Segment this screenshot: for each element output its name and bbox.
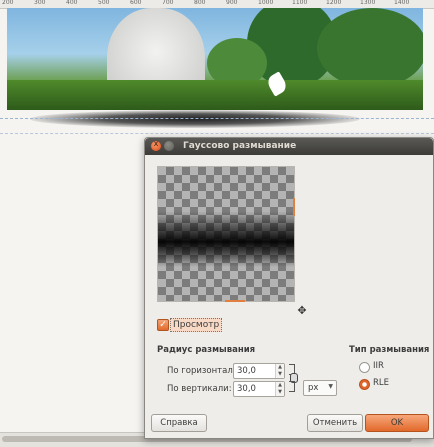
guide-line xyxy=(0,133,434,135)
chain-link-icon[interactable] xyxy=(289,364,298,392)
cancel-button[interactable]: Отменить xyxy=(307,414,363,432)
horizontal-radius-input[interactable]: 30,0 ▲ ▼ xyxy=(233,363,285,379)
preview-checkbox-label[interactable]: Просмотр xyxy=(170,318,223,332)
ok-button[interactable]: OK xyxy=(365,414,429,432)
chevron-down-icon: ▼ xyxy=(328,383,333,390)
minimize-button[interactable] xyxy=(164,141,174,151)
ruler-label: 400 xyxy=(66,0,78,6)
radio-iir-button[interactable] xyxy=(359,362,370,373)
horizontal-spin-arrows[interactable]: ▲ ▼ xyxy=(275,364,284,378)
ruler-label: 1100 xyxy=(292,0,308,6)
radio-rle-label[interactable]: RLE xyxy=(373,378,389,388)
help-button[interactable]: Справка xyxy=(151,414,207,432)
radio-rle-button[interactable] xyxy=(359,379,370,390)
vertical-radius-input[interactable]: 30,0 ▲ ▼ xyxy=(233,381,285,397)
unit-select[interactable]: px ▼ xyxy=(303,380,337,396)
ruler-label: 700 xyxy=(162,0,174,6)
ruler-label: 300 xyxy=(34,0,46,6)
preview-checkbox[interactable]: ✓ xyxy=(157,319,169,331)
horizontal-label: По горизонтали: xyxy=(167,366,242,376)
guide-line xyxy=(0,118,434,120)
move-cross-icon[interactable]: ✥ xyxy=(295,304,309,318)
vertical-spin-arrows[interactable]: ▲ ▼ xyxy=(275,382,284,396)
preview-vertical-scroll-indicator[interactable] xyxy=(293,198,295,216)
ruler-label: 1400 xyxy=(394,0,410,6)
ruler-label: 1200 xyxy=(326,0,342,6)
dialog-title: Гауссово размывание xyxy=(183,141,297,151)
blurred-preview-content xyxy=(158,211,294,267)
ruler-label: 1300 xyxy=(360,0,376,6)
ruler-label: 500 xyxy=(98,0,110,6)
ruler-label: 800 xyxy=(194,0,206,6)
close-icon: x xyxy=(153,139,159,148)
dialog-titlebar[interactable]: x Гауссово размывание xyxy=(145,138,433,155)
gaussian-blur-dialog: x Гауссово размывание ✥ ✓ Просмотр Радиу… xyxy=(144,137,434,439)
ruler-label: 900 xyxy=(226,0,238,6)
close-button[interactable]: x xyxy=(151,139,161,151)
blur-type-title: Тип размывания xyxy=(349,345,430,355)
canvas-image xyxy=(7,8,423,110)
radio-iir-label[interactable]: IIR xyxy=(373,361,384,371)
horizontal-radius-value[interactable]: 30,0 xyxy=(237,366,256,376)
ruler-label: 1000 xyxy=(258,0,274,6)
vertical-radius-value[interactable]: 30,0 xyxy=(237,384,256,394)
preview-area[interactable] xyxy=(157,166,295,302)
preview-horizontal-scroll-indicator[interactable] xyxy=(225,300,245,302)
blur-radius-title: Радиус размывания xyxy=(157,345,256,355)
unit-value[interactable]: px xyxy=(308,383,318,393)
vertical-label: По вертикали: xyxy=(167,384,232,394)
ruler-label: 600 xyxy=(130,0,142,6)
ruler-label: 200 xyxy=(2,0,14,6)
